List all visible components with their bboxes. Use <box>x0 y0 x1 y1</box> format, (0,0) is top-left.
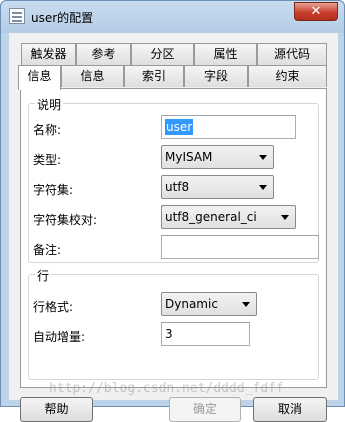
charset-select[interactable]: utf8 <box>161 175 274 199</box>
tab-triggers[interactable]: 触发器 <box>21 43 76 65</box>
charset-value: utf8 <box>165 180 190 194</box>
type-value: MyISAM <box>165 150 213 164</box>
row-format-value: Dynamic <box>165 297 218 311</box>
tab-constraints[interactable]: 约束 <box>248 65 327 87</box>
table-icon <box>9 8 25 24</box>
ok-button[interactable]: 确定 <box>169 397 241 422</box>
row-group-title: 行 <box>35 267 52 284</box>
tab-partitions[interactable]: 分区 <box>131 43 194 65</box>
watermark: http://blog.csdn.net/dddd_fdff <box>49 381 284 396</box>
tab-panel: 说明 名称: user 类型: MyISAM 字符集: utf8 字符集校对: <box>20 88 327 388</box>
collation-label: 字符集校对: <box>33 213 98 227</box>
row-group: 行 行格式: Dynamic 自动增量: 3 <box>28 267 319 380</box>
comment-input[interactable] <box>161 235 319 259</box>
dialog-window: user的配置 ✕ 触发器 参考 分区 属性 源代码 信息 信息 索引 字段 约… <box>0 0 345 422</box>
window-title: user的配置 <box>31 11 94 25</box>
auto-increment-input[interactable]: 3 <box>161 322 250 346</box>
tab-info[interactable]: 信息 <box>61 65 124 87</box>
tab-source-code[interactable]: 源代码 <box>257 43 327 65</box>
name-value: user <box>165 119 194 135</box>
comment-label: 备注: <box>33 243 62 257</box>
chevron-down-icon <box>259 185 267 190</box>
type-select[interactable]: MyISAM <box>161 145 274 169</box>
help-button[interactable]: 帮助 <box>20 397 93 422</box>
row-format-label: 行格式: <box>33 300 74 314</box>
chevron-down-icon <box>242 302 250 307</box>
type-label: 类型: <box>33 153 62 167</box>
row-format-select[interactable]: Dynamic <box>161 292 257 316</box>
name-input[interactable]: user <box>161 115 296 139</box>
name-label: 名称: <box>33 123 62 137</box>
dialog-body: 触发器 参考 分区 属性 源代码 信息 信息 索引 字段 约束 说明 名称: u… <box>9 33 338 422</box>
chevron-down-icon <box>281 215 289 220</box>
collation-select[interactable]: utf8_general_ci <box>161 205 296 229</box>
tab-references[interactable]: 参考 <box>76 43 131 65</box>
description-group-title: 说明 <box>35 96 64 113</box>
auto-increment-label: 自动增量: <box>33 330 86 344</box>
tab-fields[interactable]: 字段 <box>184 65 248 87</box>
tab-properties[interactable]: 属性 <box>194 43 257 65</box>
close-button[interactable]: ✕ <box>294 2 338 21</box>
cancel-button[interactable]: 取消 <box>253 397 327 422</box>
charset-label: 字符集: <box>33 183 74 197</box>
tab-info-active[interactable]: 信息 <box>18 65 61 90</box>
description-group: 说明 名称: user 类型: MyISAM 字符集: utf8 字符集校对: <box>28 96 319 263</box>
chevron-down-icon <box>259 155 267 160</box>
title-bar[interactable]: user的配置 ✕ <box>1 1 344 33</box>
tab-indexes[interactable]: 索引 <box>124 65 184 87</box>
collation-value: utf8_general_ci <box>165 210 257 224</box>
